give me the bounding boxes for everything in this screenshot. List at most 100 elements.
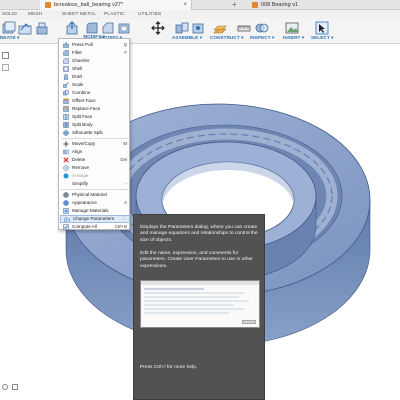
tooltip-description: Displays the Parameters dialog, where yo… bbox=[140, 225, 258, 243]
menu-item-label: Compute All bbox=[72, 224, 97, 230]
silhouette-split-icon bbox=[63, 130, 69, 136]
design-file-icon bbox=[45, 2, 51, 8]
new-tab-button[interactable]: + bbox=[232, 0, 237, 10]
new-joint-icon[interactable] bbox=[174, 20, 189, 35]
insert-menu[interactable]: INSERT ▾ bbox=[283, 35, 304, 41]
fillet-icon bbox=[63, 50, 69, 56]
document-tab-label: 008 Bearing v1 bbox=[261, 2, 298, 8]
menu-item-label: Align bbox=[72, 149, 83, 155]
arrange-icon bbox=[63, 173, 69, 179]
menu-item-shortcut: A bbox=[124, 200, 127, 206]
menu-item-label: Shell bbox=[72, 66, 83, 72]
menu-item-simplify[interactable]: Simplify › bbox=[60, 180, 130, 188]
tab-sheet-metal[interactable]: SHEET METAL bbox=[62, 10, 96, 19]
timeline-step-icon[interactable] bbox=[12, 384, 18, 390]
menu-item-label: Split Face bbox=[72, 114, 93, 120]
modify-dropdown-menu: Press Pull Q Fillet F Chamfer Shell Draf… bbox=[58, 38, 130, 230]
menu-item-shortcut: Del bbox=[120, 157, 127, 163]
menu-item-shortcut: Q bbox=[123, 42, 127, 48]
menu-item-align[interactable]: Align bbox=[60, 148, 130, 156]
extrude-icon[interactable] bbox=[34, 20, 49, 35]
menu-item-move-copy[interactable]: Move/Copy M bbox=[60, 140, 130, 148]
menu-item-split-face[interactable]: Split Face bbox=[60, 113, 130, 121]
menu-item-label: Press Pull bbox=[72, 42, 93, 48]
move-icon[interactable] bbox=[150, 20, 165, 35]
insert-image-icon[interactable] bbox=[284, 20, 299, 35]
timeline-icon[interactable] bbox=[2, 384, 8, 390]
appearance-icon bbox=[63, 200, 69, 206]
menu-item-offset-face[interactable]: Offset Face bbox=[60, 97, 130, 105]
shell-icon bbox=[63, 66, 69, 72]
as-built-joint-icon[interactable] bbox=[190, 20, 205, 35]
menu-item-label: Delete bbox=[72, 157, 86, 163]
menu-item-shell[interactable]: Shell bbox=[60, 65, 130, 73]
menu-item-combine[interactable]: Combine bbox=[60, 89, 130, 97]
menu-item-shortcut: F bbox=[124, 50, 127, 56]
browser-item-icon[interactable] bbox=[2, 64, 9, 71]
inspect-menu[interactable]: INSPECT ▾ bbox=[250, 35, 274, 41]
menu-item-appearance[interactable]: Appearance A bbox=[60, 199, 130, 207]
menu-item-compute-all[interactable]: Compute All Ctrl+B bbox=[60, 223, 130, 231]
change-parameters-icon: f(x) bbox=[64, 216, 70, 222]
menu-item-remove[interactable]: Remove bbox=[60, 164, 130, 172]
more-options-icon[interactable]: ⋮ bbox=[122, 216, 126, 222]
tab-plastic[interactable]: PLASTIC bbox=[104, 10, 125, 19]
construct-menu[interactable]: CONSTRUCT ▾ bbox=[210, 35, 244, 41]
menu-item-draft[interactable]: Draft bbox=[60, 73, 130, 81]
draft-icon bbox=[63, 74, 69, 80]
tooltip-detail: Edit the name, expression, and comments … bbox=[140, 251, 253, 269]
document-tab-second[interactable]: 008 Bearing v1 bbox=[246, 0, 326, 10]
design-file-icon bbox=[252, 2, 258, 8]
menu-item-label: Fillet bbox=[72, 50, 82, 56]
menu-item-shortcut: M bbox=[123, 141, 127, 147]
document-tab-active[interactable]: bcrealess_ball_bearing v27* × bbox=[40, 0, 192, 10]
timeline-controls bbox=[0, 380, 26, 400]
change-parameters-tooltip: Displays the Parameters dialog, where yo… bbox=[133, 214, 265, 400]
scale-icon bbox=[63, 82, 69, 88]
menu-item-label: Simplify bbox=[72, 181, 89, 187]
tab-utilities[interactable]: UTILITIES bbox=[138, 10, 161, 19]
select-menu[interactable]: SELECT ▾ bbox=[311, 35, 334, 41]
menu-item-physical-material[interactable]: Physical Material bbox=[60, 191, 130, 199]
assemble-menu[interactable]: ASSEMBLE ▾ bbox=[172, 35, 202, 41]
new-component-icon[interactable] bbox=[1, 20, 16, 35]
menu-item-change-parameters[interactable]: f(x) Change Parameters ⋮ bbox=[60, 215, 130, 223]
tab-mesh[interactable]: MESH bbox=[28, 10, 42, 19]
offset-plane-icon[interactable] bbox=[212, 20, 227, 35]
tab-close-icon[interactable]: × bbox=[183, 2, 187, 8]
menu-item-fillet[interactable]: Fillet F bbox=[60, 49, 130, 57]
menu-item-chamfer[interactable]: Chamfer bbox=[60, 57, 130, 65]
submenu-chevron-icon: › bbox=[125, 181, 127, 187]
menu-item-delete[interactable]: Delete Del bbox=[60, 156, 130, 164]
menu-separator bbox=[61, 189, 129, 190]
menu-item-silhouette-split[interactable]: Silhouette Split bbox=[60, 129, 130, 137]
manage-materials-icon bbox=[63, 208, 69, 214]
menu-item-label: Offset Face bbox=[72, 98, 96, 104]
menu-item-scale[interactable]: Scale bbox=[60, 81, 130, 89]
interference-icon[interactable] bbox=[254, 20, 269, 35]
tooltip-help-hint: Press Ctrl+/ for more help. bbox=[140, 365, 198, 370]
remove-icon bbox=[63, 165, 69, 171]
select-icon[interactable] bbox=[314, 20, 329, 35]
menu-item-replace-face[interactable]: Replace Face bbox=[60, 105, 130, 113]
parameters-dialog-preview-image bbox=[140, 280, 260, 328]
menu-item-label: Move/Copy bbox=[72, 141, 96, 147]
browser-toggle-icon[interactable] bbox=[2, 52, 9, 59]
split-face-icon bbox=[63, 114, 69, 120]
sketch-icon[interactable] bbox=[17, 20, 32, 35]
menu-item-split-body[interactable]: Split Body bbox=[60, 121, 130, 129]
menu-item-manage-materials[interactable]: Manage Materials bbox=[60, 207, 130, 215]
menu-item-label: Arrange bbox=[72, 173, 89, 179]
chamfer-icon bbox=[63, 58, 69, 64]
menu-item-label: Split Body bbox=[72, 122, 93, 128]
menu-item-press-pull[interactable]: Press Pull Q bbox=[60, 41, 130, 49]
tab-solid[interactable]: SOLID bbox=[2, 10, 17, 19]
menu-item-arrange[interactable]: Arrange bbox=[60, 172, 130, 180]
create-menu[interactable]: REATE ▾ bbox=[0, 35, 20, 41]
menu-separator bbox=[61, 138, 129, 139]
menu-item-label: Draft bbox=[72, 74, 82, 80]
menu-item-label: Chamfer bbox=[72, 58, 90, 64]
browser-panel-collapsed bbox=[0, 44, 26, 84]
svg-text:f(x): f(x) bbox=[64, 216, 70, 222]
measure-icon[interactable] bbox=[236, 20, 251, 35]
